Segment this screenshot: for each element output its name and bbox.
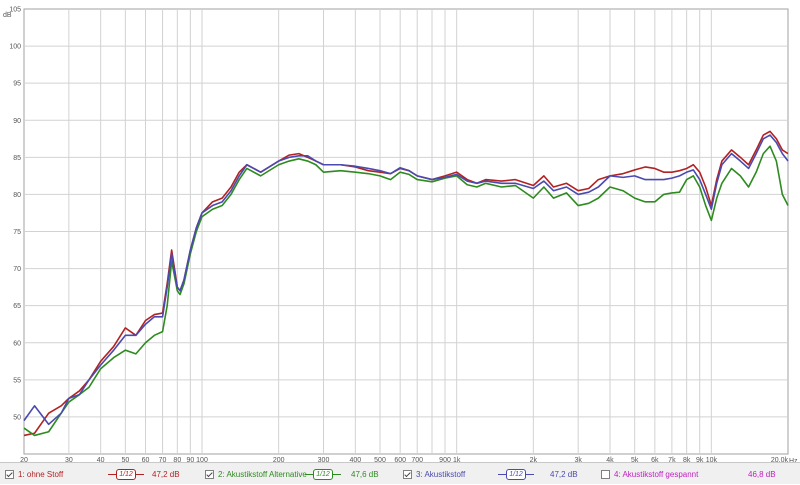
- legend-label-1: 1: ohne Stoff: [18, 469, 64, 479]
- y-tick-label: 80: [13, 192, 21, 199]
- legend-checkbox-4[interactable]: [601, 469, 610, 479]
- legend-entry-4[interactable]: 4: Akustikstoff gespannt: [601, 463, 698, 485]
- y-tick-label: 70: [13, 266, 21, 273]
- smoothing-control-2[interactable]: 1/12: [305, 463, 341, 485]
- smoothing-control-3[interactable]: 1/12: [498, 463, 534, 485]
- legend-bar: 1: ohne Stoff 1/12 47,2 dB 2: Akustiksto…: [0, 462, 800, 484]
- legend-value-3-box: 47,2 dB: [550, 463, 578, 485]
- legend-value-2: 47,6 dB: [351, 469, 379, 479]
- legend-value-4: 46,8 dB: [748, 469, 776, 479]
- y-tick-label: 50: [13, 414, 21, 421]
- smoothing-button-1[interactable]: 1/12: [116, 468, 136, 480]
- legend-label-4: 4: Akustikstoff gespannt: [614, 469, 699, 479]
- y-tick-label: 55: [13, 377, 21, 384]
- y-tick-labels: 50556065707580859095100105: [9, 7, 21, 422]
- legend-checkbox-2[interactable]: [205, 469, 214, 479]
- y-tick-label: 75: [13, 229, 21, 236]
- y-tick-label: 100: [9, 44, 21, 51]
- legend-label-2: 2: Akustikstoff Alternative: [218, 469, 307, 479]
- y-tick-label: 95: [13, 81, 21, 88]
- smoothing-control-1[interactable]: 1/12: [108, 463, 144, 485]
- y-tick-label: 85: [13, 155, 21, 162]
- legend-checkbox-3[interactable]: [403, 469, 412, 479]
- legend-value-3: 47,2 dB: [550, 469, 578, 479]
- y-tick-label: 65: [13, 303, 21, 310]
- legend-entry-2[interactable]: 2: Akustikstoff Alternative: [205, 463, 307, 485]
- legend-entry-3[interactable]: 3: Akustikstoff: [403, 463, 465, 485]
- legend-value-4-box: 46,8 dB: [748, 463, 776, 485]
- smoothing-button-2[interactable]: 1/12: [313, 468, 333, 480]
- legend-value-1: 47,2 dB: [152, 469, 180, 479]
- frequency-response-chart: 50556065707580859095100105 20 30 40 50 60 70 8…: [3, 7, 798, 463]
- legend-entry-1[interactable]: 1: ohne Stoff: [5, 463, 63, 485]
- legend-checkbox-1[interactable]: [5, 469, 14, 479]
- y-tick-label: 90: [13, 118, 21, 125]
- y-tick-label: 60: [13, 340, 21, 347]
- legend-value-2-box: 47,6 dB: [351, 463, 379, 485]
- legend-value-1-box: 47,2 dB: [152, 463, 180, 485]
- y-axis-unit: dB: [3, 12, 12, 19]
- legend-label-3: 3: Akustikstoff: [416, 469, 466, 479]
- smoothing-button-3[interactable]: 1/12: [506, 468, 526, 480]
